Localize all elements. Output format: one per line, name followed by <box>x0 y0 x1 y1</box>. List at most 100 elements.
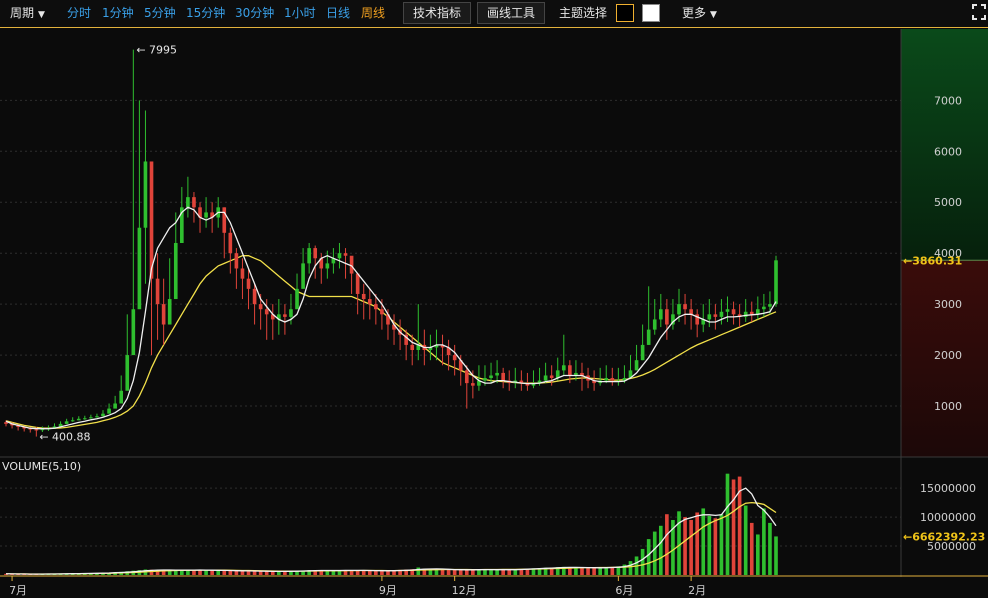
indicators-button[interactable]: 技术指标 <box>403 2 471 24</box>
candle-body <box>749 311 754 315</box>
candle-body <box>192 197 196 208</box>
candle-body <box>665 309 669 325</box>
candle-body <box>762 306 766 310</box>
candle-body <box>707 314 712 320</box>
price-tick-label: 3000 <box>934 298 962 311</box>
candle-body <box>380 309 384 315</box>
candle-body <box>143 161 148 228</box>
volume-bar <box>361 570 366 575</box>
volume-bar <box>749 522 754 575</box>
theme-dark-swatch[interactable] <box>616 4 634 22</box>
volume-bar <box>416 567 421 575</box>
volume-bar <box>458 570 463 575</box>
interval-daily[interactable]: 日线 <box>326 5 350 21</box>
candle-body <box>95 416 99 418</box>
candle-body <box>186 197 190 208</box>
volume-bar <box>380 570 384 575</box>
chevron-down-icon: ▼ <box>710 10 717 20</box>
candle-body <box>70 420 75 422</box>
period-label: 周期 <box>10 6 35 20</box>
time-tick-label: 12月 <box>452 584 477 597</box>
candle-body <box>349 255 354 274</box>
volume-bar <box>677 511 681 575</box>
price-tick-label: 1000 <box>934 400 962 413</box>
volume-bar <box>646 539 651 575</box>
candle-body <box>495 372 499 376</box>
interval-weekly[interactable]: 周线 <box>361 5 385 21</box>
volume-bar <box>210 570 214 575</box>
kline-chart[interactable]: 1000200030004000500060007000 ← 7995← 400… <box>0 29 988 598</box>
time-tick-label: 9月 <box>379 584 397 597</box>
period-dropdown[interactable]: 周期 ▼ <box>10 5 45 23</box>
candle-body <box>64 421 69 424</box>
candle-body <box>258 304 263 310</box>
interval-1min[interactable]: 1分钟 <box>102 5 134 21</box>
volume-bar <box>222 570 227 575</box>
volume-bar <box>452 570 457 575</box>
candle-body <box>713 314 718 317</box>
more-dropdown[interactable]: 更多 ▼ <box>682 5 717 23</box>
volume-bar <box>743 505 748 575</box>
candle-body <box>374 304 378 310</box>
candle-body <box>361 293 366 300</box>
candle-body <box>234 253 239 269</box>
drawing-tools-button[interactable]: 画线工具 <box>477 2 545 24</box>
candle-body <box>204 212 208 218</box>
candle-body <box>113 403 117 409</box>
volume-bar <box>258 571 263 575</box>
volume-bar <box>689 520 693 575</box>
candle-body <box>768 304 772 307</box>
volume-bar <box>683 517 687 575</box>
candle-body <box>119 390 124 404</box>
volume-bar <box>695 512 699 575</box>
volume-bar <box>592 567 596 575</box>
time-tick-label: 7月 <box>9 584 27 597</box>
candle-body <box>155 278 160 305</box>
candle-body <box>264 309 269 315</box>
interval-1hour[interactable]: 1小时 <box>284 5 316 21</box>
volume-bar <box>374 570 378 575</box>
low-price-annotation: ← 400.88 <box>39 431 90 444</box>
candle-body <box>683 304 687 310</box>
volume-bar <box>725 473 730 575</box>
candle-body <box>343 253 348 256</box>
volume-bar <box>768 522 772 575</box>
interval-30min[interactable]: 30分钟 <box>235 5 274 21</box>
fullscreen-icon[interactable] <box>972 4 986 24</box>
candle-body <box>307 248 311 264</box>
candle-body <box>167 299 172 325</box>
candle-body <box>561 365 566 371</box>
interval-5min[interactable]: 5分钟 <box>144 5 176 21</box>
candle-body <box>161 304 166 325</box>
volume-bar <box>713 518 718 575</box>
candle-body <box>367 299 372 305</box>
fullscreen-glyph <box>972 4 986 20</box>
candle-body <box>652 319 657 330</box>
candle-body <box>646 329 651 345</box>
candle-body <box>725 309 730 312</box>
volume-bar <box>483 569 487 575</box>
candle-body <box>337 253 342 259</box>
time-tick-label: 6月 <box>615 584 633 597</box>
candle-body <box>252 288 257 305</box>
volume-bar <box>495 570 499 575</box>
volume-bar <box>440 569 445 575</box>
candle-body <box>240 268 245 279</box>
candle-body <box>89 417 93 419</box>
price-tick-label: 7000 <box>934 94 962 107</box>
volume-bar <box>640 548 645 575</box>
candle-body <box>483 378 487 381</box>
price-tick-label: 2000 <box>934 349 962 362</box>
interval-15min[interactable]: 15分钟 <box>186 5 225 21</box>
volume-bar <box>762 508 766 575</box>
theme-light-swatch[interactable] <box>642 4 660 22</box>
candle-body <box>283 314 287 317</box>
price-tick-label: 6000 <box>934 145 962 158</box>
chart-toolbar: 周期 ▼ 分时 1分钟 5分钟 15分钟 30分钟 1小时 日线 周线 技术指标 … <box>0 0 988 28</box>
candle-body <box>313 248 318 259</box>
volume-bar <box>719 514 724 575</box>
volume-bar <box>204 570 208 575</box>
candle-body <box>471 383 475 386</box>
interval-1[interactable]: 分时 <box>67 5 91 21</box>
candle-body <box>301 263 305 289</box>
